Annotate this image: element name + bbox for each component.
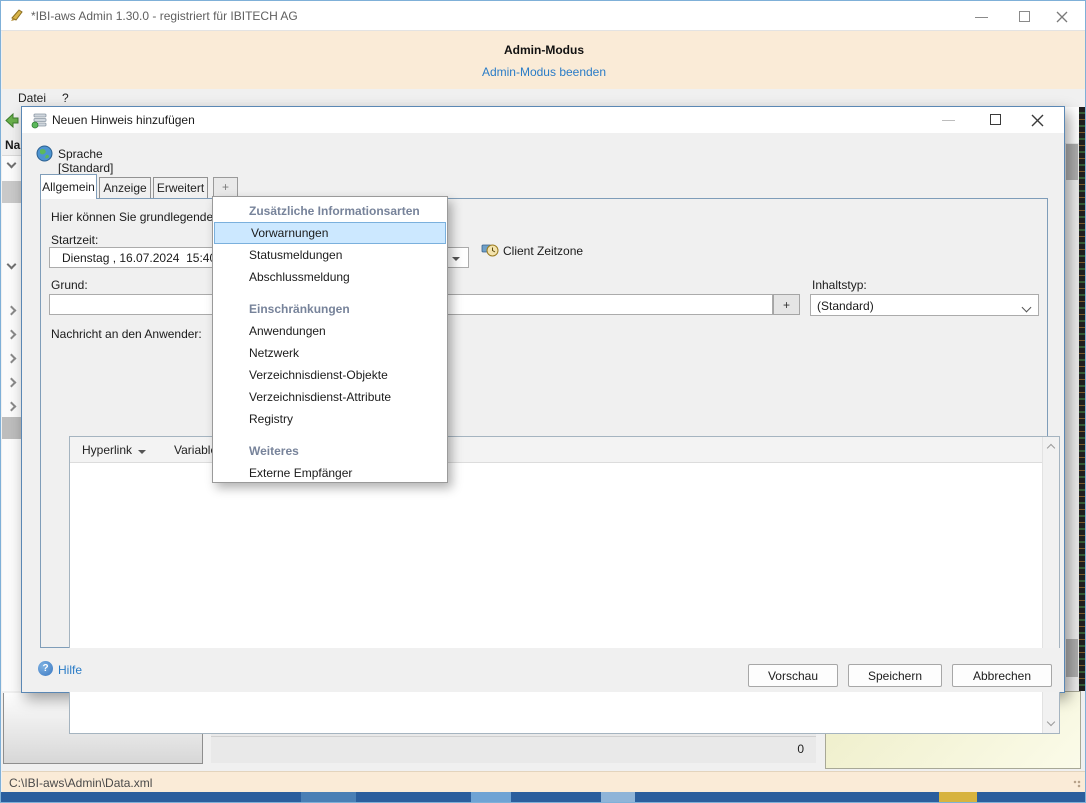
chevron-down-icon [1022,303,1032,313]
app-window: *IBI-aws Admin 1.30.0 - registriert für … [0,0,1086,803]
menu-separator [213,288,447,298]
admin-mode-title: Admin-Modus [2,43,1086,57]
tab-anzeige[interactable]: Anzeige [99,177,151,198]
main-titlebar: *IBI-aws Admin 1.30.0 - registriert für … [1,1,1086,31]
main-menubar: Datei ? [2,89,1086,107]
language-label[interactable]: Sprache [Standard] [58,147,113,175]
language-row: Sprache [Standard] [36,145,53,162]
menu-item-externe-empfaenger[interactable]: Externe Empfänger [213,462,447,484]
dialog-footer: ? Hilfe Vorschau Speichern Abbrechen [22,648,1064,692]
statusbar-file-path: C:\IBI-aws\Admin\Data.xml [9,776,152,790]
menu-item-abschlussmeldung[interactable]: Abschlussmeldung [213,266,447,288]
start-time-value: Dienstag , 16.07.2024 15:40 [62,251,216,265]
tab-erweitert[interactable]: Erweitert [153,177,208,198]
help-link[interactable]: Hilfe [58,663,82,677]
client-timezone-label: Client Zeitzone [503,244,583,258]
background-summary-band [211,736,816,763]
tab-content-allgemein: Hier können Sie grundlegende Ei Startzei… [40,198,1048,648]
menu-item-vorwarnungen[interactable]: Vorwarnungen [214,222,446,244]
preview-button[interactable]: Vorschau [748,664,838,687]
menu-item-statusmeldungen[interactable]: Statusmeldungen [213,244,447,266]
content-type-value: (Standard) [817,299,874,313]
menu-item-netzwerk[interactable]: Netzwerk [213,342,447,364]
add-notice-dialog: Neuen Hinweis hinzufügen Sprache [Standa… [21,106,1065,693]
help-icon[interactable]: ? [38,661,53,676]
item-count: 0 [797,742,804,756]
start-time-label: Startzeit: [51,233,98,247]
add-tab-button[interactable]: + [213,177,238,197]
chevron-down-icon [138,450,146,454]
scroll-down-icon[interactable] [1047,718,1055,726]
scrollbar-thumb[interactable] [1066,639,1078,677]
tree-selected-row[interactable] [2,181,22,203]
menu-item-verzeichnisdienst-attribute[interactable]: Verzeichnisdienst-Attribute [213,386,447,408]
menu-separator [213,430,447,440]
dialog-titlebar: Neuen Hinweis hinzufügen [22,107,1064,133]
add-info-type-menu: Zusätzliche Informationsarten Vorwarnung… [212,196,448,483]
notice-icon [31,112,48,129]
main-window-title: *IBI-aws Admin 1.30.0 - registriert für … [31,9,298,23]
admin-mode-banner: Admin-Modus Admin-Modus beenden [2,31,1086,89]
background-marker-strip [1079,107,1086,691]
intro-text: Hier können Sie grundlegende Ei [51,210,227,224]
menu-datei[interactable]: Datei [18,91,46,105]
dialog-close-icon[interactable] [1022,111,1054,129]
globe-icon [36,145,53,162]
menu-item-registry[interactable]: Registry [213,408,447,430]
taskbar-edge [1,792,1086,803]
main-close-icon[interactable] [1045,8,1079,26]
main-scrollbar[interactable] [1065,107,1079,691]
save-button[interactable]: Speichern [848,664,942,687]
dialog-maximize-button[interactable] [978,111,1010,129]
reason-label: Grund: [51,278,88,292]
hyperlink-menu-button[interactable]: Hyperlink [82,443,146,457]
dialog-title: Neuen Hinweis hinzufügen [52,113,195,127]
main-minimize-button[interactable] [965,8,999,26]
cancel-button[interactable]: Abbrechen [952,664,1052,687]
scroll-up-icon[interactable] [1047,444,1055,452]
menu-group-header: Einschränkungen [213,298,447,320]
tree-column-header: Na [5,138,20,152]
scrollbar-thumb[interactable] [1066,144,1078,180]
menu-group-header: Zusätzliche Informationsarten [213,200,447,222]
content-type-label: Inhaltstyp: [812,278,867,292]
statusbar: C:\IBI-aws\Admin\Data.xml [2,771,1086,792]
message-label: Nachricht an den Anwender: [51,327,202,341]
resize-grip[interactable] [1073,780,1082,789]
chevron-down-icon [452,257,460,261]
main-window-left-edge: Na [2,107,22,691]
client-timezone-icon [481,241,499,259]
menu-help[interactable]: ? [62,91,69,105]
main-maximize-button[interactable] [1007,8,1041,26]
admin-mode-exit-link[interactable]: Admin-Modus beenden [2,65,1086,79]
menu-group-header: Weiteres [213,440,447,462]
tab-allgemein[interactable]: Allgemein [40,174,97,199]
back-arrow-icon[interactable] [3,112,20,129]
content-type-select[interactable]: (Standard) [810,294,1039,316]
menu-item-verzeichnisdienst-objekte[interactable]: Verzeichnisdienst-Objekte [213,364,447,386]
app-icon [9,7,26,24]
menu-item-anwendungen[interactable]: Anwendungen [213,320,447,342]
dialog-minimize-button[interactable] [932,111,964,129]
add-reason-button[interactable]: + [773,294,800,315]
tree-row[interactable] [2,417,22,439]
